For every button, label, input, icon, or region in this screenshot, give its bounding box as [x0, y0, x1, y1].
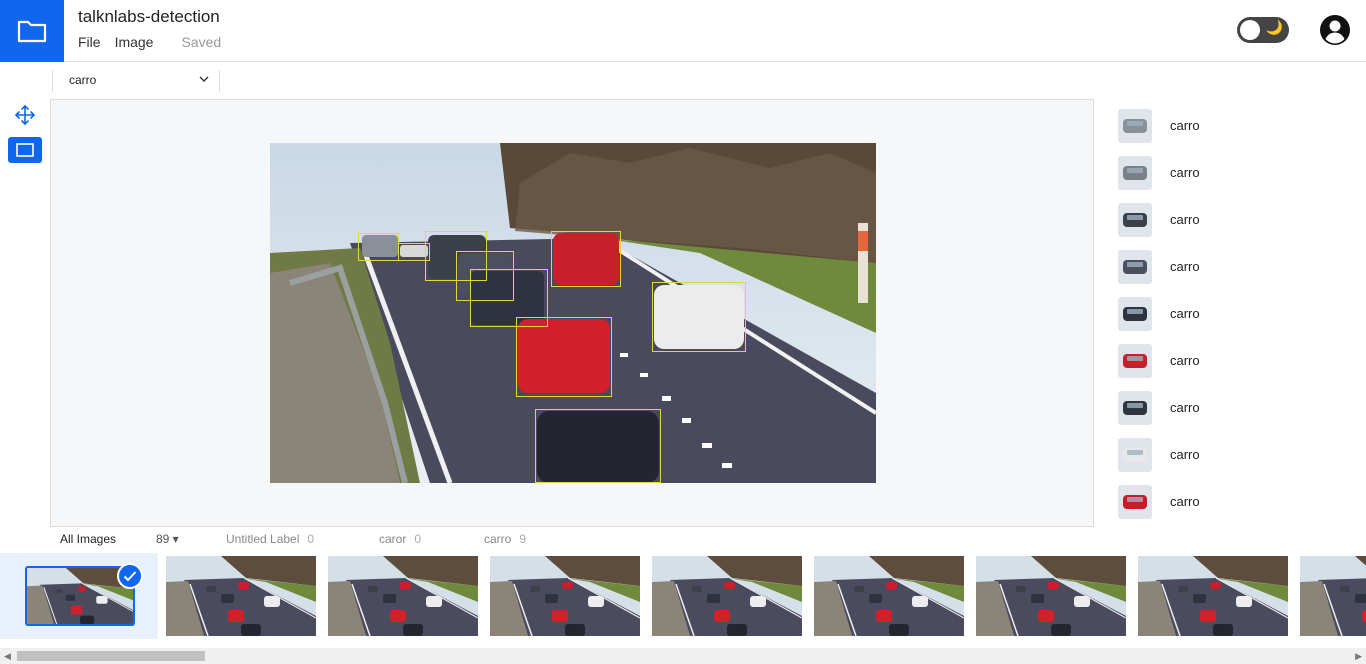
scroll-right-icon[interactable]: ▶: [1355, 651, 1362, 662]
tab-label: Untitled Label: [226, 532, 300, 546]
annotation-label: carro: [1170, 447, 1200, 462]
annotation-thumbnail: [1118, 484, 1152, 519]
rectangle-tool-button[interactable]: [8, 137, 42, 163]
chevron-down-icon: [199, 76, 209, 82]
road-image: [270, 143, 876, 483]
tab-caror[interactable]: caror 0: [379, 532, 421, 546]
tab-count: 0: [414, 532, 422, 546]
bbox-car-9[interactable]: [535, 409, 661, 483]
annotation-thumbnail: [1118, 296, 1152, 331]
annotation-thumbnail: [1118, 390, 1152, 425]
tab-label: All Images: [60, 532, 117, 546]
annotation-thumbnail: [1118, 155, 1152, 190]
annotation-thumbnail: [1118, 202, 1152, 237]
folder-icon: [17, 20, 47, 43]
annotation-label: carro: [1170, 400, 1200, 415]
dark-mode-toggle[interactable]: 🌙: [1237, 17, 1289, 43]
filmstrip-item[interactable]: [976, 556, 1126, 636]
bbox-car-8[interactable]: [516, 317, 612, 397]
annotation-canvas[interactable]: [50, 99, 1094, 527]
annotation-item[interactable]: carro: [1110, 243, 1350, 290]
menu-bar: File Image Saved: [78, 34, 221, 50]
tab-count: 0: [307, 532, 315, 546]
filmstrip-item[interactable]: [814, 556, 964, 636]
annotation-label: carro: [1170, 212, 1200, 227]
tab-label: carro: [484, 532, 512, 546]
toggle-knob: [1240, 20, 1260, 40]
tab-all-images[interactable]: All Images: [60, 532, 116, 546]
annotation-item[interactable]: carro: [1110, 478, 1350, 525]
annotation-label: carro: [1170, 353, 1200, 368]
save-status: Saved: [181, 34, 222, 50]
moon-icon: 🌙: [1265, 19, 1283, 35]
check-icon: [123, 571, 137, 582]
project-title: talknlabs-detection: [78, 7, 220, 26]
tab-carro[interactable]: carro 9: [484, 532, 526, 546]
annotation-thumbnail: [1118, 437, 1152, 472]
menu-image[interactable]: Image: [115, 34, 154, 50]
annotation-label: carro: [1170, 306, 1200, 321]
rectangle-icon: [16, 143, 34, 157]
menu-file[interactable]: File: [78, 34, 101, 50]
annotation-label: carro: [1170, 259, 1200, 274]
filmstrip-item[interactable]: [652, 556, 802, 636]
filmstrip-item[interactable]: [1300, 556, 1366, 636]
image-count-dropdown[interactable]: 89 ▾: [156, 532, 179, 546]
scrollbar-thumb[interactable]: [17, 651, 205, 661]
annotation-item[interactable]: carro: [1110, 149, 1350, 196]
filmstrip-item[interactable]: [328, 556, 478, 636]
bbox-car-7[interactable]: [652, 282, 746, 352]
filmstrip-item[interactable]: [166, 556, 316, 636]
annotation-item[interactable]: carro: [1110, 196, 1350, 243]
tab-count: 9: [519, 532, 527, 546]
image-filter-tabs: All Images 89 ▾ Untitled Label 0 caror 0 c…: [60, 532, 660, 550]
label-dropdown-value: carro: [69, 73, 97, 87]
annotation-label: carro: [1170, 165, 1200, 180]
label-dropdown[interactable]: carro: [52, 70, 220, 92]
filmstrip-item[interactable]: [1138, 556, 1288, 636]
annotation-item[interactable]: carro: [1110, 102, 1350, 149]
bbox-car-6[interactable]: [551, 231, 621, 287]
selected-badge: [117, 563, 143, 589]
annotation-item[interactable]: carro: [1110, 431, 1350, 478]
move-icon[interactable]: [14, 104, 36, 126]
annotation-item[interactable]: carro: [1110, 290, 1350, 337]
app-header: talknlabs-detection File Image Saved 🌙: [0, 0, 1366, 62]
account-circle-icon[interactable]: [1319, 14, 1351, 46]
filmstrip-item-selected[interactable]: [0, 553, 158, 639]
annotation-item[interactable]: carro: [1110, 384, 1350, 431]
filmstrip-item[interactable]: [490, 556, 640, 636]
annotation-label: carro: [1170, 118, 1200, 133]
annotation-thumbnail: [1118, 343, 1152, 378]
annotation-thumbnail: [1118, 249, 1152, 284]
horizontal-scrollbar[interactable]: ◀ ▶: [0, 648, 1366, 664]
tab-label: caror: [379, 532, 407, 546]
bbox-car-1[interactable]: [358, 233, 399, 261]
scroll-left-icon[interactable]: ◀: [4, 651, 11, 662]
annotation-item[interactable]: carro: [1110, 337, 1350, 384]
tab-untitled-label[interactable]: Untitled Label 0: [226, 532, 314, 546]
annotation-thumbnail: [1118, 108, 1152, 143]
annotation-label: carro: [1170, 494, 1200, 509]
annotation-list: carro carro carro carro carro carro carr…: [1110, 102, 1350, 525]
folder-button[interactable]: [0, 0, 64, 62]
image-filmstrip: [0, 553, 1366, 639]
